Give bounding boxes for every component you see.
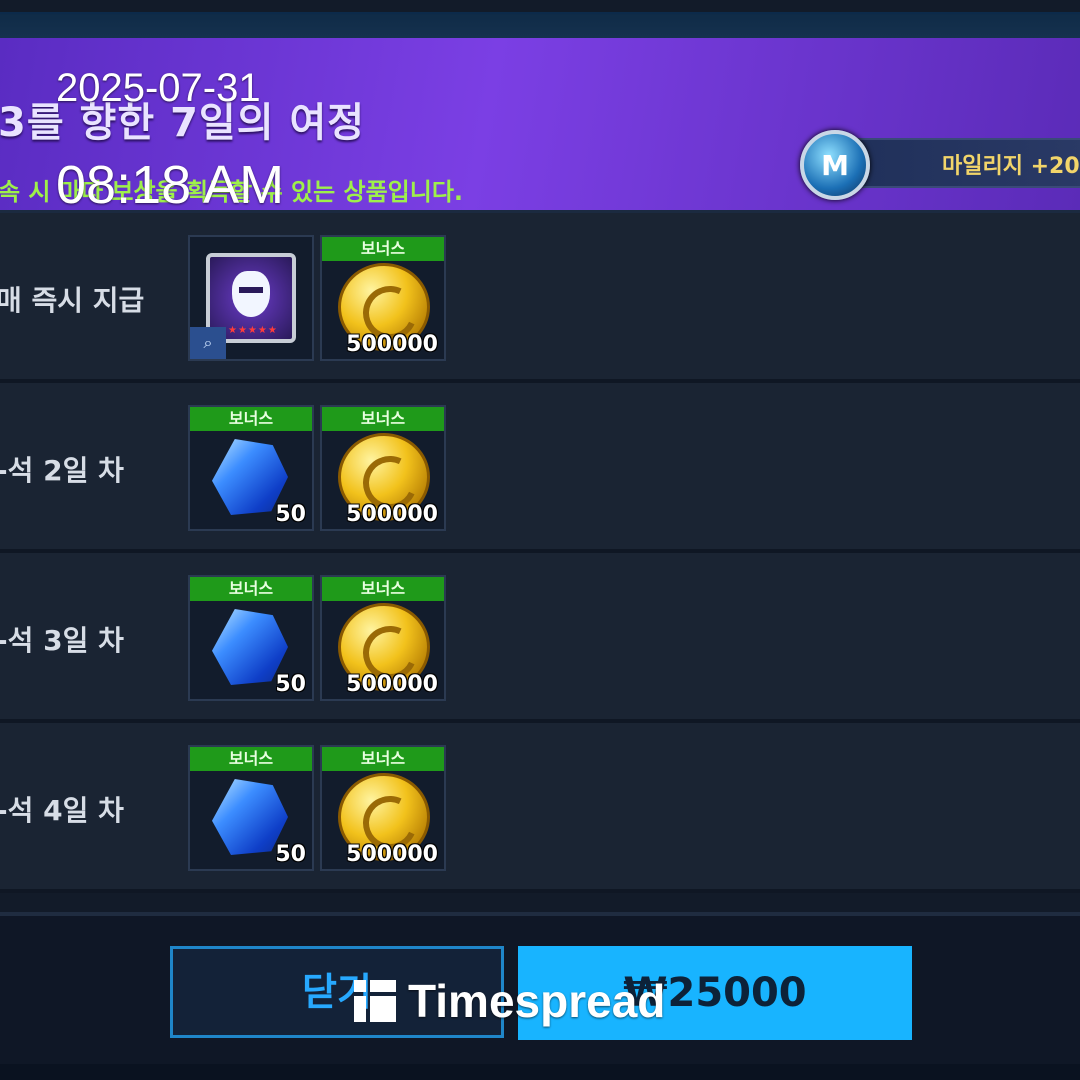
top-bar [0, 12, 1080, 40]
game-shop-screen: 3를 향한 7일의 여정 속 시 마다 보상을 획득할 수 있는 상품입니다. … [0, 0, 1080, 1080]
bonus-tag: 보너스 [322, 577, 444, 601]
helmet-eyes [239, 287, 263, 293]
overlay-date: 2025-07-31 [56, 66, 261, 110]
reward-row: -석 2일 차 보너스 50 보너스 500000 [0, 383, 1080, 553]
blue-gem-slot[interactable]: 보너스 50 [188, 575, 314, 701]
reward-row-label: 매 즉시 지급 [0, 284, 145, 317]
mileage-m-icon: M [800, 130, 870, 200]
bonus-tag: 보너스 [190, 407, 312, 431]
bonus-tag: 보너스 [190, 577, 312, 601]
gold-coin-slot[interactable]: 보너스 500000 [320, 745, 446, 871]
bonus-tag: 보너스 [322, 407, 444, 431]
reward-row: -석 3일 차 보너스 50 보너스 500000 [0, 553, 1080, 723]
reward-row: -석 4일 차 보너스 50 보너스 500000 [0, 723, 1080, 893]
watermark-text: Timespread [408, 975, 666, 1027]
overlay-time: 08:18 AM [56, 155, 285, 215]
gold-coin-slot[interactable]: 보너스 500000 [320, 235, 446, 361]
gold-coin-slot[interactable]: 보너스 500000 [320, 575, 446, 701]
reward-row: 매 즉시 지급 ★★★★★ ⌕ 보너스 500000 [0, 213, 1080, 383]
watermark: Timespread [354, 974, 665, 1028]
reward-row-label: -석 4일 차 [0, 794, 124, 827]
item-quantity: 500000 [346, 502, 438, 527]
item-quantity: 50 [275, 842, 306, 867]
helmet-icon [232, 271, 270, 317]
blue-gem-slot[interactable]: 보너스 50 [188, 745, 314, 871]
reward-row-label: -석 3일 차 [0, 624, 124, 657]
bottom-bar [0, 1064, 1080, 1080]
bonus-tag: 보너스 [322, 237, 444, 261]
bonus-tag: 보너스 [190, 747, 312, 771]
item-quantity: 500000 [346, 332, 438, 357]
item-quantity: 50 [275, 502, 306, 527]
magnifier-icon[interactable]: ⌕ [190, 327, 226, 359]
timespread-logo-icon [354, 980, 396, 1022]
hero-card-slot[interactable]: ★★★★★ ⌕ [188, 235, 314, 361]
item-quantity: 50 [275, 672, 306, 697]
mileage-label: 마일리지 +20 [942, 154, 1080, 179]
bonus-tag: 보너스 [322, 747, 444, 771]
gold-coin-slot[interactable]: 보너스 500000 [320, 405, 446, 531]
reward-row-label: -석 2일 차 [0, 454, 124, 487]
rating-stars-icon: ★★★★★ [228, 325, 278, 336]
blue-gem-slot[interactable]: 보너스 50 [188, 405, 314, 531]
item-quantity: 500000 [346, 842, 438, 867]
item-quantity: 500000 [346, 672, 438, 697]
